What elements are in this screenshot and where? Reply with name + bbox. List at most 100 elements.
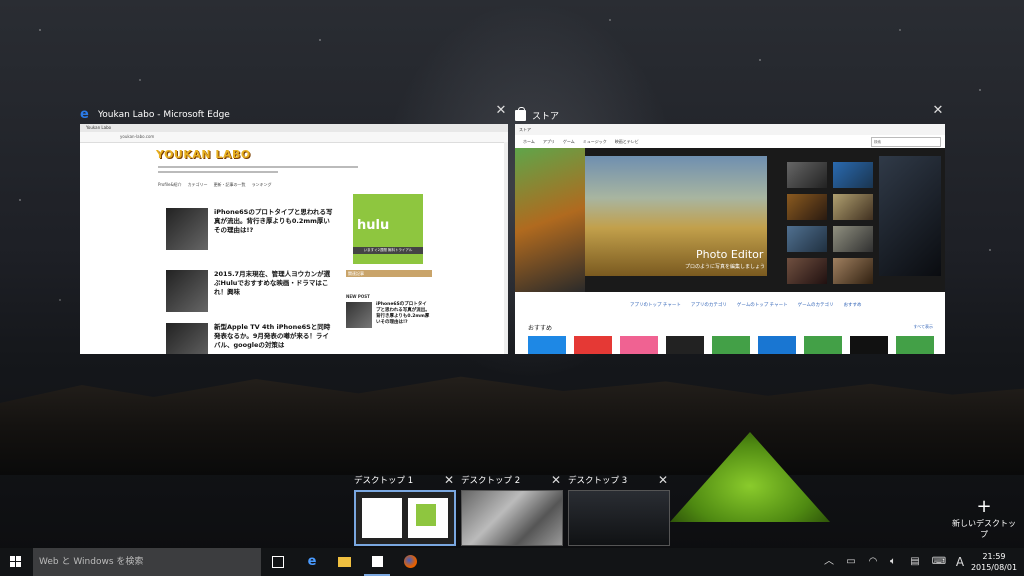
hero-title: Photo Editor (696, 248, 764, 261)
hulu-ad: hulu いますぐ2週間 無料トライアル (353, 194, 423, 264)
hero-tile (833, 226, 873, 252)
site-nav-item: 更新・記事の一覧 (213, 182, 246, 187)
sidebar-article: iPhone6Sのプロトタイプと思われる写真が流出。背行き厚よりも0.2mm厚い… (346, 302, 430, 332)
mini-window (408, 498, 448, 538)
site-nav-item: Profile&紹介 (158, 182, 182, 187)
desktop-label: デスクトップ 2 (461, 476, 521, 486)
battery-icon[interactable]: ▭ (842, 548, 860, 576)
article-title: 2015.7月末現在、管理人ヨウカンが選ぶHuluでおすすめな映画・ドラマはこれ… (214, 270, 331, 296)
hero-left-image (515, 148, 585, 292)
hero-tile (833, 258, 873, 284)
hero-tile (879, 156, 941, 276)
file-explorer-icon[interactable] (327, 548, 361, 576)
store-icon (515, 106, 526, 121)
taskbar-search-input[interactable]: Web と Windows を検索 (33, 548, 261, 576)
new-desktop-label: 新しいデスクトップ (952, 519, 1016, 539)
store-nav-item: ホーム (523, 138, 535, 144)
desktop-thumbnail[interactable] (568, 490, 670, 546)
chevron-up-icon[interactable]: ︿ (820, 548, 838, 576)
text-line (158, 171, 278, 173)
hulu-logo: hulu (357, 218, 390, 233)
store-nav: ホーム アプリ ゲーム ミュージック 映画とテレビ 検索 (515, 135, 945, 148)
site-nav-item: カテゴリー (187, 182, 208, 187)
app-tile (850, 336, 888, 354)
article-item: 新型Apple TV 4th iPhone6Sと同時発表なるか。9月発表の噂が来… (166, 323, 336, 354)
article-title: 新型Apple TV 4th iPhone6Sと同時発表なるか。9月発表の噂が来… (214, 323, 331, 349)
hulu-ad-bar: いますぐ2週間 無料トライアル (353, 247, 423, 254)
windows-start-icon[interactable] (10, 556, 22, 568)
article-item: iPhone6Sのプロトタイプと思われる写真が流出。背行き厚よりも0.2mm厚い… (166, 208, 336, 254)
app-tile (620, 336, 658, 354)
store-link: おすすめ (843, 303, 862, 308)
store-link: ゲームのカテゴリ (797, 303, 834, 308)
new-post-label: NEW POST (346, 294, 370, 299)
article-image (166, 323, 208, 354)
keyboard-icon[interactable]: ⌨︎ (930, 548, 948, 576)
sidebar-article-title: iPhone6Sのプロトタイプと思われる写真が流出。背行き厚よりも0.2mm厚い… (376, 302, 430, 325)
plus-icon: + (976, 496, 992, 517)
desktop-2[interactable]: デスクトップ 2 ✕ (461, 473, 563, 546)
store-link: アプリのカテゴリ (690, 303, 727, 308)
app-tile (574, 336, 612, 354)
notification-icon[interactable]: ▤ (906, 548, 924, 576)
article-image (166, 208, 208, 250)
store-taskbar-icon[interactable] (360, 548, 394, 576)
text-line (158, 166, 358, 168)
ime-indicator[interactable]: A (951, 548, 969, 576)
desktop-thumbnail[interactable] (461, 490, 563, 546)
app-tile (528, 336, 566, 354)
store-nav-item: ゲーム (562, 138, 575, 144)
close-icon[interactable]: ✕ (658, 473, 668, 487)
sidebar-heading: 関連記事 (346, 270, 432, 277)
volume-icon[interactable]: 🔈︎ (884, 548, 902, 576)
close-icon[interactable]: ✕ (444, 473, 454, 487)
hero-tile (787, 258, 827, 284)
close-icon[interactable]: ✕ (551, 473, 561, 487)
desktop-thumbnail[interactable] (354, 490, 456, 546)
edge-thumbnail[interactable]: Youkan Labo youkan-labo.com YOUKAN LABO … (80, 124, 508, 354)
close-icon[interactable]: ✕ (931, 104, 945, 118)
desktop-label: デスクトップ 1 (354, 476, 414, 486)
store-nav-item: ミュージック (582, 138, 607, 144)
site-nav-item: ランキング (251, 182, 272, 187)
edge-window[interactable]: e Youkan Labo - Microsoft Edge ✕ Youkan … (80, 104, 508, 354)
firefox-icon[interactable] (393, 548, 427, 576)
edge-icon: e (80, 107, 89, 122)
article-title: iPhone6Sのプロトタイプと思われる写真が流出。背行き厚よりも0.2mm厚い… (214, 208, 333, 234)
hero-tile (787, 194, 827, 220)
store-window[interactable]: ストア ✕ ストア ホーム アプリ ゲーム ミュージック 映画とテレビ 検索 P… (515, 104, 945, 354)
clock-time: 21:59 (982, 552, 1006, 561)
new-desktop-button[interactable]: + 新しいデスクトップ (952, 498, 1016, 540)
store-window-title: ストア (515, 104, 559, 126)
wifi-icon[interactable]: ◠ (864, 548, 882, 576)
mini-ad (416, 504, 436, 526)
taskbar: Web と Windows を検索 e ︿ ▭ ◠ 🔈︎ ▤ ⌨︎ A 21:5… (0, 548, 1024, 576)
edge-window-title: e Youkan Labo - Microsoft Edge (80, 107, 230, 122)
edge-tab: Youkan Labo (80, 124, 508, 132)
edge-address-bar: youkan-labo.com (80, 132, 508, 143)
edge-taskbar-icon[interactable]: e (295, 548, 329, 576)
clock[interactable]: 21:59 2015/08/01 (968, 551, 1020, 573)
app-tile (666, 336, 704, 354)
store-thumbnail[interactable]: ストア ホーム アプリ ゲーム ミュージック 映画とテレビ 検索 Photo E… (515, 124, 945, 354)
hero-tile (787, 162, 827, 188)
hero-subtitle: プロのように写真を編集しましょう (685, 264, 766, 270)
hero-tile (833, 194, 873, 220)
desktop-3[interactable]: デスクトップ 3 ✕ (568, 473, 670, 546)
site-nav: Profile&紹介 カテゴリー 更新・記事の一覧 ランキング (158, 182, 271, 188)
store-top: ストア (515, 124, 945, 135)
close-icon[interactable]: ✕ (494, 104, 508, 118)
article-image (166, 270, 208, 312)
app-tile (896, 336, 934, 354)
store-nav-item: アプリ (542, 138, 555, 144)
clock-date: 2015/08/01 (970, 563, 1018, 572)
hero-tile (787, 226, 827, 252)
store-links: アプリのトップ チャート アプリのカテゴリ ゲームのトップ チャート ゲームのカ… (630, 302, 862, 308)
site-logo: YOUKAN LABO (156, 148, 251, 161)
recommended-heading: おすすめ (528, 325, 553, 332)
app-tile (712, 336, 750, 354)
desktop-1[interactable]: デスクトップ 1 ✕ (354, 473, 456, 546)
task-view-icon[interactable] (261, 548, 295, 576)
sidebar-article-image (346, 302, 372, 328)
store-hero: Photo Editor プロのように写真を編集しましょう (515, 148, 945, 292)
